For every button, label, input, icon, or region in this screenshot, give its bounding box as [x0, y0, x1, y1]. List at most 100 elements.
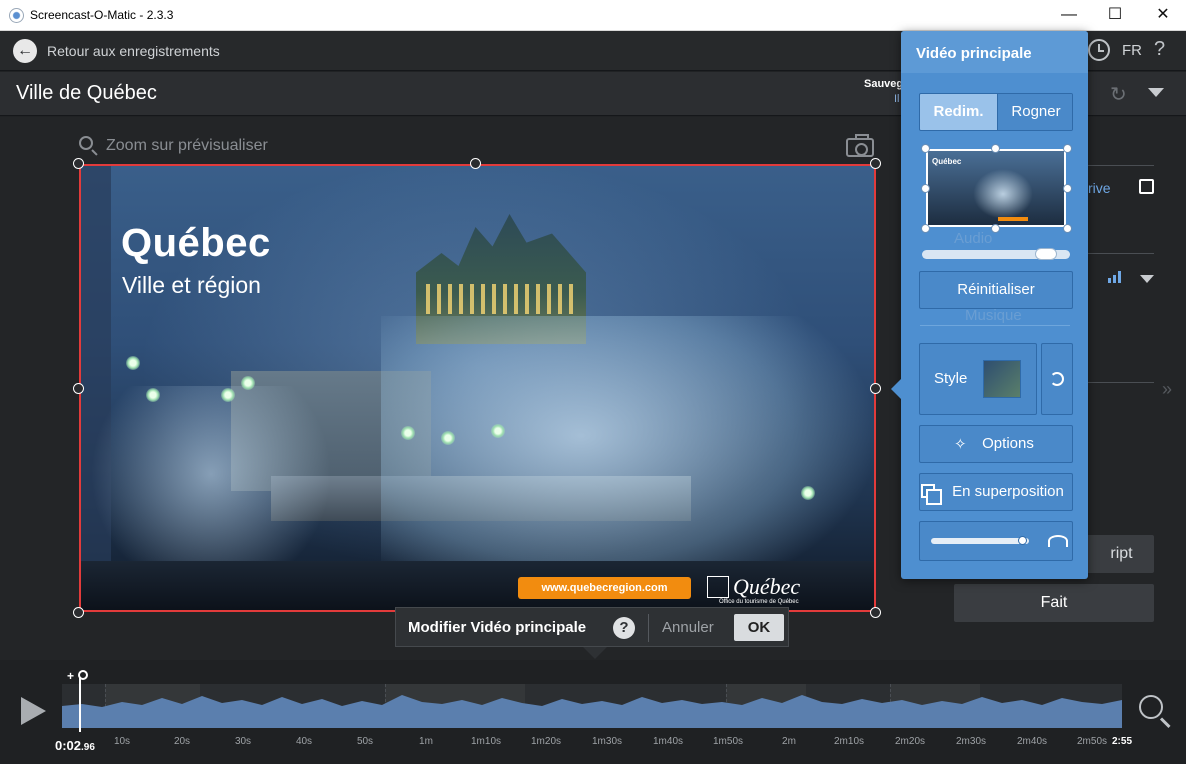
thumb-handle-left[interactable] — [921, 184, 930, 193]
drive-checkbox[interactable] — [1139, 179, 1154, 194]
timeline-tick: 1m40s — [652, 736, 684, 747]
back-to-recordings-link[interactable]: Retour aux enregistrements — [47, 43, 220, 59]
ghost-music-label: Musique — [965, 307, 1022, 324]
edit-help-icon[interactable]: ? — [613, 617, 635, 639]
quebec-logo-icon — [707, 576, 729, 598]
expand-panel-icon[interactable]: » — [1162, 379, 1172, 400]
camera-icon[interactable] — [846, 134, 874, 157]
resize-crop-toggle: Redim. Rogner — [919, 93, 1073, 131]
cancel-button[interactable]: Annuler — [662, 619, 714, 636]
edit-main-video-label: Modifier Vidéo principale — [408, 619, 587, 636]
audio-menu-caret-icon[interactable] — [1140, 275, 1154, 283]
resize-handle-left[interactable] — [73, 383, 84, 394]
popover-title: Vidéo principale — [916, 45, 1032, 62]
drive-option-label: rive — [1088, 180, 1111, 196]
thumb-handle-top-right[interactable] — [1063, 144, 1072, 153]
timeline-tick: 2m50s — [1076, 736, 1108, 747]
visibility-icon[interactable] — [1048, 535, 1068, 547]
thumb-handle-right[interactable] — [1063, 184, 1072, 193]
timeline[interactable]: + 0:02.96 10s 20s 30s 40s 50s 1m 1m10s 1… — [0, 660, 1186, 764]
resize-handle-bottom-right[interactable] — [870, 607, 881, 618]
play-icon[interactable] — [21, 697, 46, 725]
lamp-icon — [491, 424, 505, 438]
preview-brand: Québec — [733, 574, 801, 599]
resize-handle-top-left[interactable] — [73, 158, 84, 169]
language-selector[interactable]: FR — [1122, 42, 1142, 59]
lamp-icon — [401, 426, 415, 440]
window-titlebar: Screencast-O-Matic - 2.3.3 — ☐ ✕ — [0, 0, 1186, 31]
done-button[interactable]: Fait — [954, 584, 1154, 622]
thumbnail-text: Québec — [932, 157, 962, 166]
ghost-audio-label: Audio — [954, 230, 993, 247]
timeline-tick: 2m10s — [833, 736, 865, 747]
timeline-tick: 1m30s — [591, 736, 623, 747]
thumb-handle-top[interactable] — [991, 144, 1000, 153]
opacity-slider[interactable] — [931, 538, 1029, 544]
timeline-tick: 10s — [113, 736, 131, 747]
style-thumbnail[interactable] — [983, 360, 1021, 398]
tab-resize[interactable]: Redim. — [920, 94, 997, 130]
resize-handle-bottom-left[interactable] — [73, 607, 84, 618]
app-icon — [9, 8, 24, 23]
timeline-zoom-search-icon[interactable] — [1139, 695, 1163, 719]
thumb-handle-bottom-left[interactable] — [921, 224, 930, 233]
timeline-tick: 20s — [173, 736, 191, 747]
window-title: Screencast-O-Matic - 2.3.3 — [30, 8, 174, 22]
ok-button[interactable]: OK — [734, 614, 784, 641]
timeline-tick: 1m50s — [712, 736, 744, 747]
lamp-icon — [241, 376, 255, 390]
audio-levels-icon[interactable] — [1108, 271, 1122, 283]
resize-handle-right[interactable] — [870, 383, 881, 394]
audio-waveform — [62, 695, 1122, 712]
current-time: 0:02.96 — [55, 738, 95, 753]
video-preview[interactable]: Québec Ville et région www.quebecregion.… — [79, 164, 876, 612]
end-time: 2:55 — [1112, 736, 1133, 747]
reset-button[interactable]: Réinitialiser — [919, 271, 1073, 309]
resize-slider-knob[interactable] — [1035, 248, 1057, 260]
thumb-handle-bottom-right[interactable] — [1063, 224, 1072, 233]
playhead[interactable] — [79, 677, 81, 732]
lamp-icon — [801, 486, 815, 500]
magic-wand-icon: ✧ — [954, 436, 967, 453]
resize-handle-top[interactable] — [470, 158, 481, 169]
project-menu-caret-icon[interactable] — [1148, 88, 1164, 97]
timeline-tick: 2m30s — [955, 736, 987, 747]
preview-brand-sub: Office du tourisme de Québec — [719, 599, 799, 605]
lamp-icon — [126, 356, 140, 370]
thumb-handle-top-left[interactable] — [921, 144, 930, 153]
history-icon[interactable] — [1088, 39, 1110, 61]
timeline-tick: 1m — [419, 736, 433, 747]
lamp-icon — [146, 388, 160, 402]
project-title[interactable]: Ville de Québec — [16, 82, 157, 105]
autosave-sub-status: Il — [894, 93, 900, 105]
timeline-tick: 2m40s — [1016, 736, 1048, 747]
preview-url-badge: www.quebecregion.com — [518, 577, 691, 599]
options-button[interactable]: Options — [919, 425, 1073, 463]
close-window-button[interactable]: ✕ — [1140, 0, 1186, 31]
edit-main-video-bar: Modifier Vidéo principale ? Annuler OK — [395, 607, 789, 659]
overlay-button[interactable]: En superposition — [919, 473, 1073, 511]
back-arrow-icon[interactable]: ← — [13, 39, 37, 63]
opacity-slider-knob[interactable] — [1018, 536, 1027, 545]
add-marker-icon[interactable]: + — [67, 669, 74, 683]
zoom-search-icon[interactable] — [79, 136, 93, 150]
zoom-preview-label[interactable]: Zoom sur prévisualiser — [106, 137, 268, 155]
main-video-popover: Vidéo principale Redim. Rogner Québec Au… — [891, 31, 1088, 579]
timeline-tick: 2m20s — [894, 736, 926, 747]
overlay-icon — [921, 484, 942, 505]
help-icon[interactable]: ? — [1154, 38, 1165, 61]
maximize-button[interactable]: ☐ — [1092, 0, 1138, 31]
resize-handle-top-right[interactable] — [870, 158, 881, 169]
timeline-tick: 2m — [782, 736, 796, 747]
refresh-icon[interactable] — [1050, 372, 1064, 386]
preview-subheading: Ville et région — [122, 272, 261, 298]
timeline-tick: 50s — [356, 736, 374, 747]
redo-icon[interactable]: ↻ — [1110, 82, 1127, 107]
resize-slider[interactable] — [922, 248, 1070, 260]
minimize-button[interactable]: — — [1046, 0, 1092, 31]
tab-crop[interactable]: Rogner — [997, 94, 1072, 130]
resize-thumbnail[interactable]: Québec — [926, 149, 1066, 227]
overlay-label: En superposition — [952, 483, 1064, 500]
timeline-tick: 1m20s — [530, 736, 562, 747]
timeline-tick: 1m10s — [470, 736, 502, 747]
